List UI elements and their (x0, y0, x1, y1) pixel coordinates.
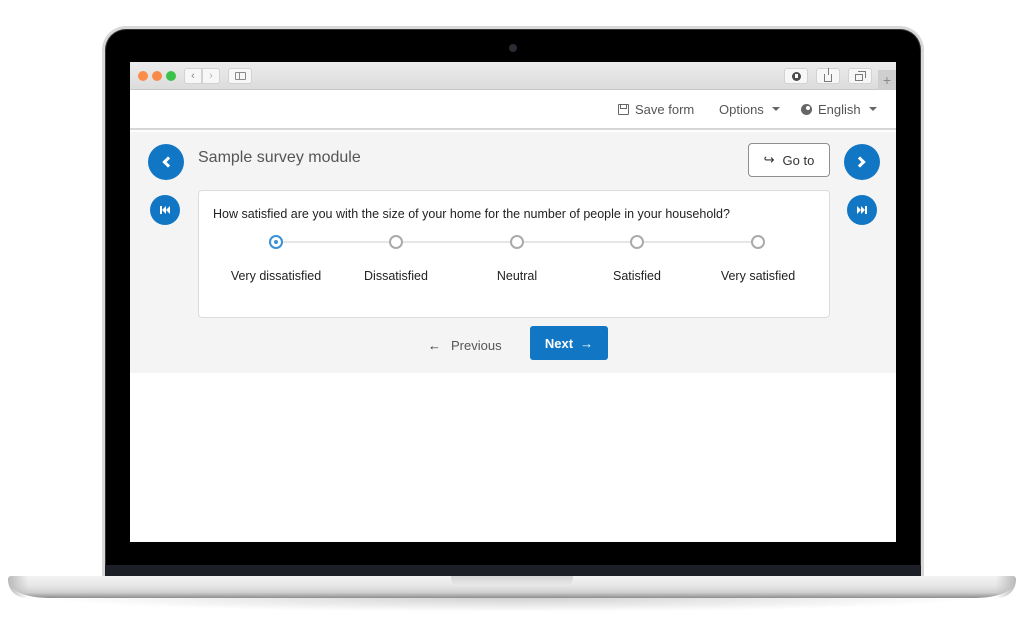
radio-neutral[interactable] (510, 235, 524, 249)
camera-icon (509, 44, 517, 52)
chevron-left-icon: ‹ (191, 69, 195, 82)
maximize-window-button[interactable] (166, 71, 176, 81)
question-text: How satisfied are you with the size of y… (213, 207, 730, 221)
options-label: Options (719, 101, 764, 117)
globe-icon (801, 103, 812, 115)
option-label[interactable]: Very dissatisfied (216, 269, 336, 283)
next-button[interactable]: Next → (530, 326, 608, 360)
question-card: How satisfied are you with the size of y… (198, 190, 830, 318)
radio-satisfied[interactable] (630, 235, 644, 249)
survey-panel: Sample survey module ↪ Go to How satisfi… (130, 132, 896, 373)
laptop-shadow (40, 598, 984, 612)
last-page-button[interactable] (847, 195, 877, 225)
browser-toolbar: ‹ › + (130, 62, 896, 90)
option-label[interactable]: Neutral (457, 269, 577, 283)
browser-forward-button[interactable]: › (202, 68, 220, 84)
options-dropdown[interactable]: Options (719, 90, 780, 128)
previous-section-button[interactable] (148, 144, 184, 180)
caret-down-icon (771, 107, 780, 111)
option-label[interactable]: Satisfied (577, 269, 697, 283)
previous-label: Previous (451, 337, 502, 353)
share-arrow-icon: ↪ (763, 152, 775, 167)
sidebar-icon (234, 72, 246, 80)
previous-button[interactable]: ← Previous (428, 332, 502, 358)
radio-dissatisfied[interactable] (389, 235, 403, 249)
language-label: English (818, 101, 861, 117)
minimize-window-button[interactable] (152, 71, 162, 81)
download-icon (791, 71, 801, 81)
new-tab-button[interactable]: + (878, 70, 896, 90)
radio-very-dissatisfied[interactable] (269, 235, 283, 249)
caret-down-icon (868, 107, 877, 111)
go-to-button[interactable]: ↪ Go to (748, 143, 830, 177)
save-form-label: Save form (635, 101, 695, 117)
arrow-left-icon: ← (428, 337, 441, 353)
option-label[interactable]: Very satisfied (698, 269, 818, 283)
share-button[interactable] (816, 67, 840, 84)
tab-overview-button[interactable] (848, 68, 872, 84)
close-window-button[interactable] (138, 71, 148, 81)
arrow-right-icon: → (580, 335, 594, 351)
next-label: Next (544, 335, 574, 351)
go-to-label: Go to (782, 152, 815, 168)
laptop-notch (451, 576, 573, 586)
module-title: Sample survey module (198, 149, 361, 166)
chevron-right-icon: › (209, 69, 213, 82)
skip-to-start-icon (160, 206, 170, 214)
language-dropdown[interactable]: English (801, 90, 877, 128)
sidebar-toggle-button[interactable] (228, 68, 252, 84)
floppy-disk-icon (618, 103, 629, 115)
browser-back-button[interactable]: ‹ (184, 68, 202, 84)
tabs-icon (855, 70, 866, 81)
skip-to-end-icon (857, 206, 867, 214)
chevron-left-icon (162, 156, 174, 168)
share-icon (824, 67, 832, 82)
option-label[interactable]: Dissatisfied (336, 269, 456, 283)
next-section-button[interactable] (844, 144, 880, 180)
chevron-right-icon (854, 156, 866, 168)
save-form-button[interactable]: Save form (618, 90, 694, 128)
first-page-button[interactable] (150, 195, 180, 225)
laptop-mockup: ‹ › + Save form Options English Sample s… (0, 0, 1024, 629)
plus-icon: + (882, 72, 892, 88)
app-top-nav: Save form Options English (130, 90, 896, 130)
downloads-button[interactable] (784, 68, 808, 84)
radio-very-satisfied[interactable] (751, 235, 765, 249)
screen: ‹ › + Save form Options English Sample s… (130, 62, 896, 542)
